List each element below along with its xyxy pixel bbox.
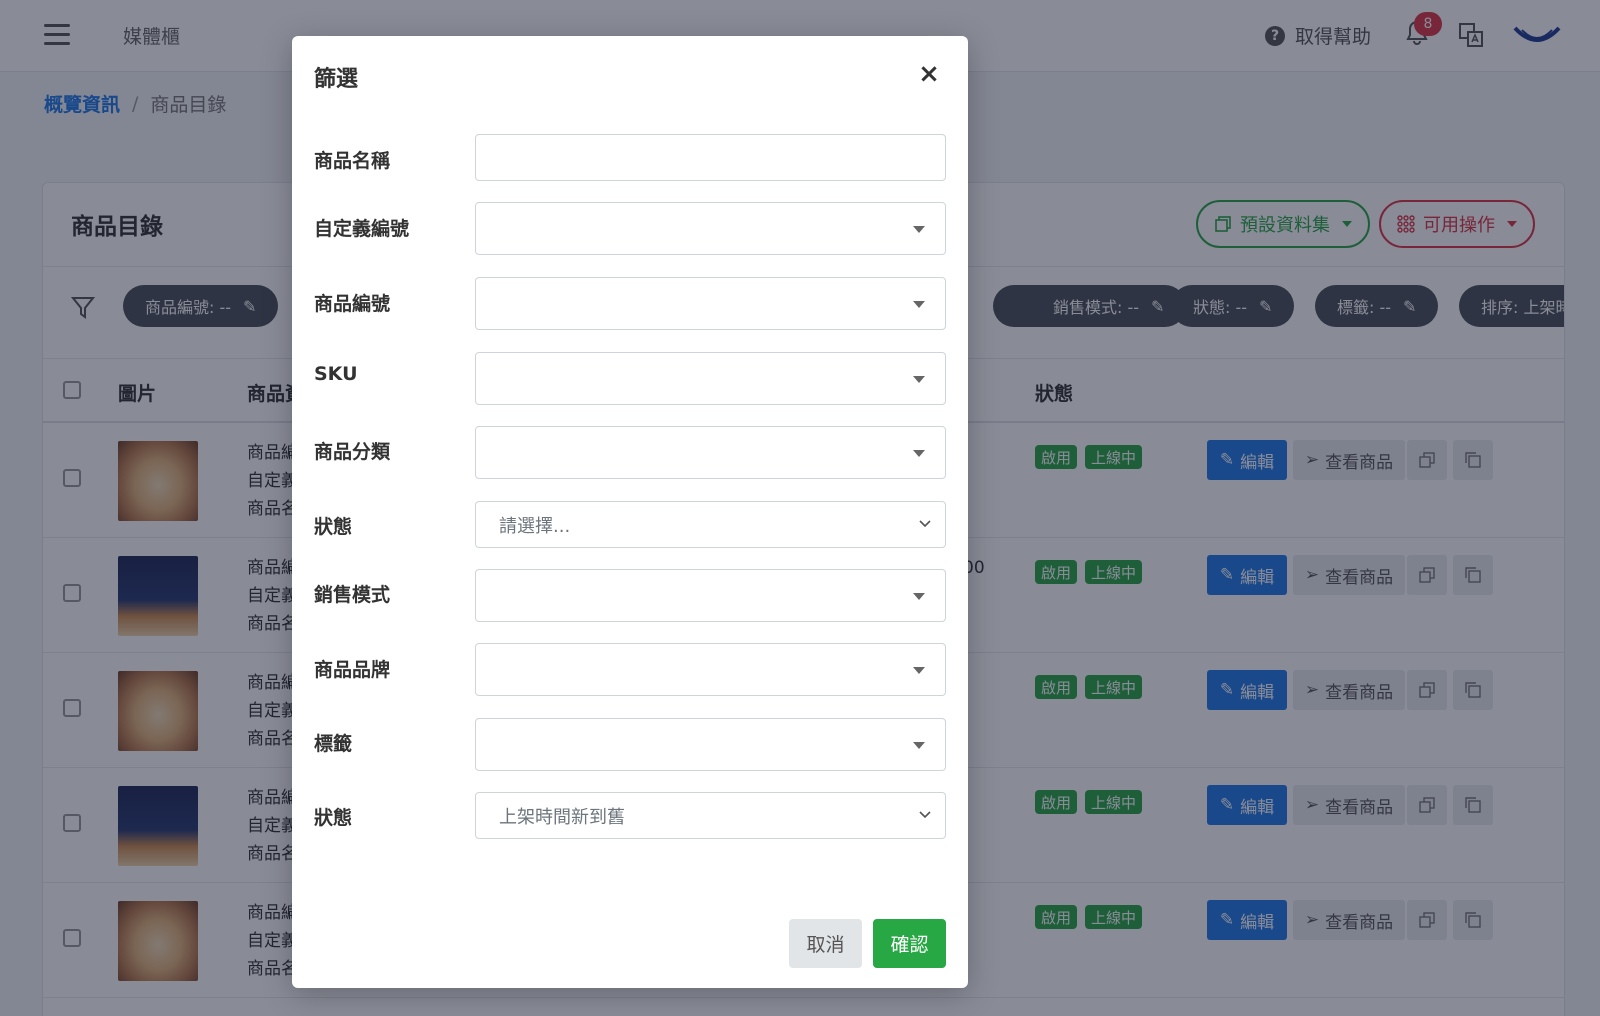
label-brand: 商品品牌 xyxy=(314,659,391,681)
label-sales-mode: 銷售模式 xyxy=(314,584,391,606)
caret-down-icon xyxy=(913,375,925,383)
caret-down-icon xyxy=(913,449,925,457)
label-product-id: 商品編號 xyxy=(314,293,391,315)
sort-value: 上架時間新到舊 xyxy=(499,806,625,828)
filter-modal: 篩選 × 商品名稱 自定義編號 商品編號 SKU 商品分類 狀態 請選擇... … xyxy=(292,36,968,988)
chevron-down-icon xyxy=(919,519,931,527)
product-id-dropdown[interactable] xyxy=(475,277,946,330)
chevron-down-icon xyxy=(919,810,931,818)
tags-dropdown[interactable] xyxy=(475,718,946,771)
label-sku: SKU xyxy=(314,363,358,385)
custom-id-dropdown[interactable] xyxy=(475,202,946,255)
label-category: 商品分類 xyxy=(314,441,391,463)
category-dropdown[interactable] xyxy=(475,426,946,479)
label-status: 狀態 xyxy=(314,516,353,538)
caret-down-icon xyxy=(913,741,925,749)
product-name-input[interactable] xyxy=(475,134,946,181)
status-placeholder: 請選擇... xyxy=(499,515,571,537)
caret-down-icon xyxy=(913,666,925,674)
label-tags: 標籤 xyxy=(314,733,353,755)
label-sort: 狀態 xyxy=(314,807,353,829)
modal-title: 篩選 xyxy=(314,67,359,92)
confirm-button[interactable]: 確認 xyxy=(873,919,946,968)
sku-dropdown[interactable] xyxy=(475,352,946,405)
brand-dropdown[interactable] xyxy=(475,643,946,696)
label-product-name: 商品名稱 xyxy=(314,150,391,172)
caret-down-icon xyxy=(913,592,925,600)
sort-select[interactable]: 上架時間新到舊 xyxy=(475,792,946,839)
label-custom-id: 自定義編號 xyxy=(314,218,410,240)
close-icon[interactable]: × xyxy=(918,61,940,87)
caret-down-icon xyxy=(913,300,925,308)
status-select[interactable]: 請選擇... xyxy=(475,501,946,548)
cancel-button[interactable]: 取消 xyxy=(789,919,862,968)
sales-mode-dropdown[interactable] xyxy=(475,569,946,622)
caret-down-icon xyxy=(913,225,925,233)
